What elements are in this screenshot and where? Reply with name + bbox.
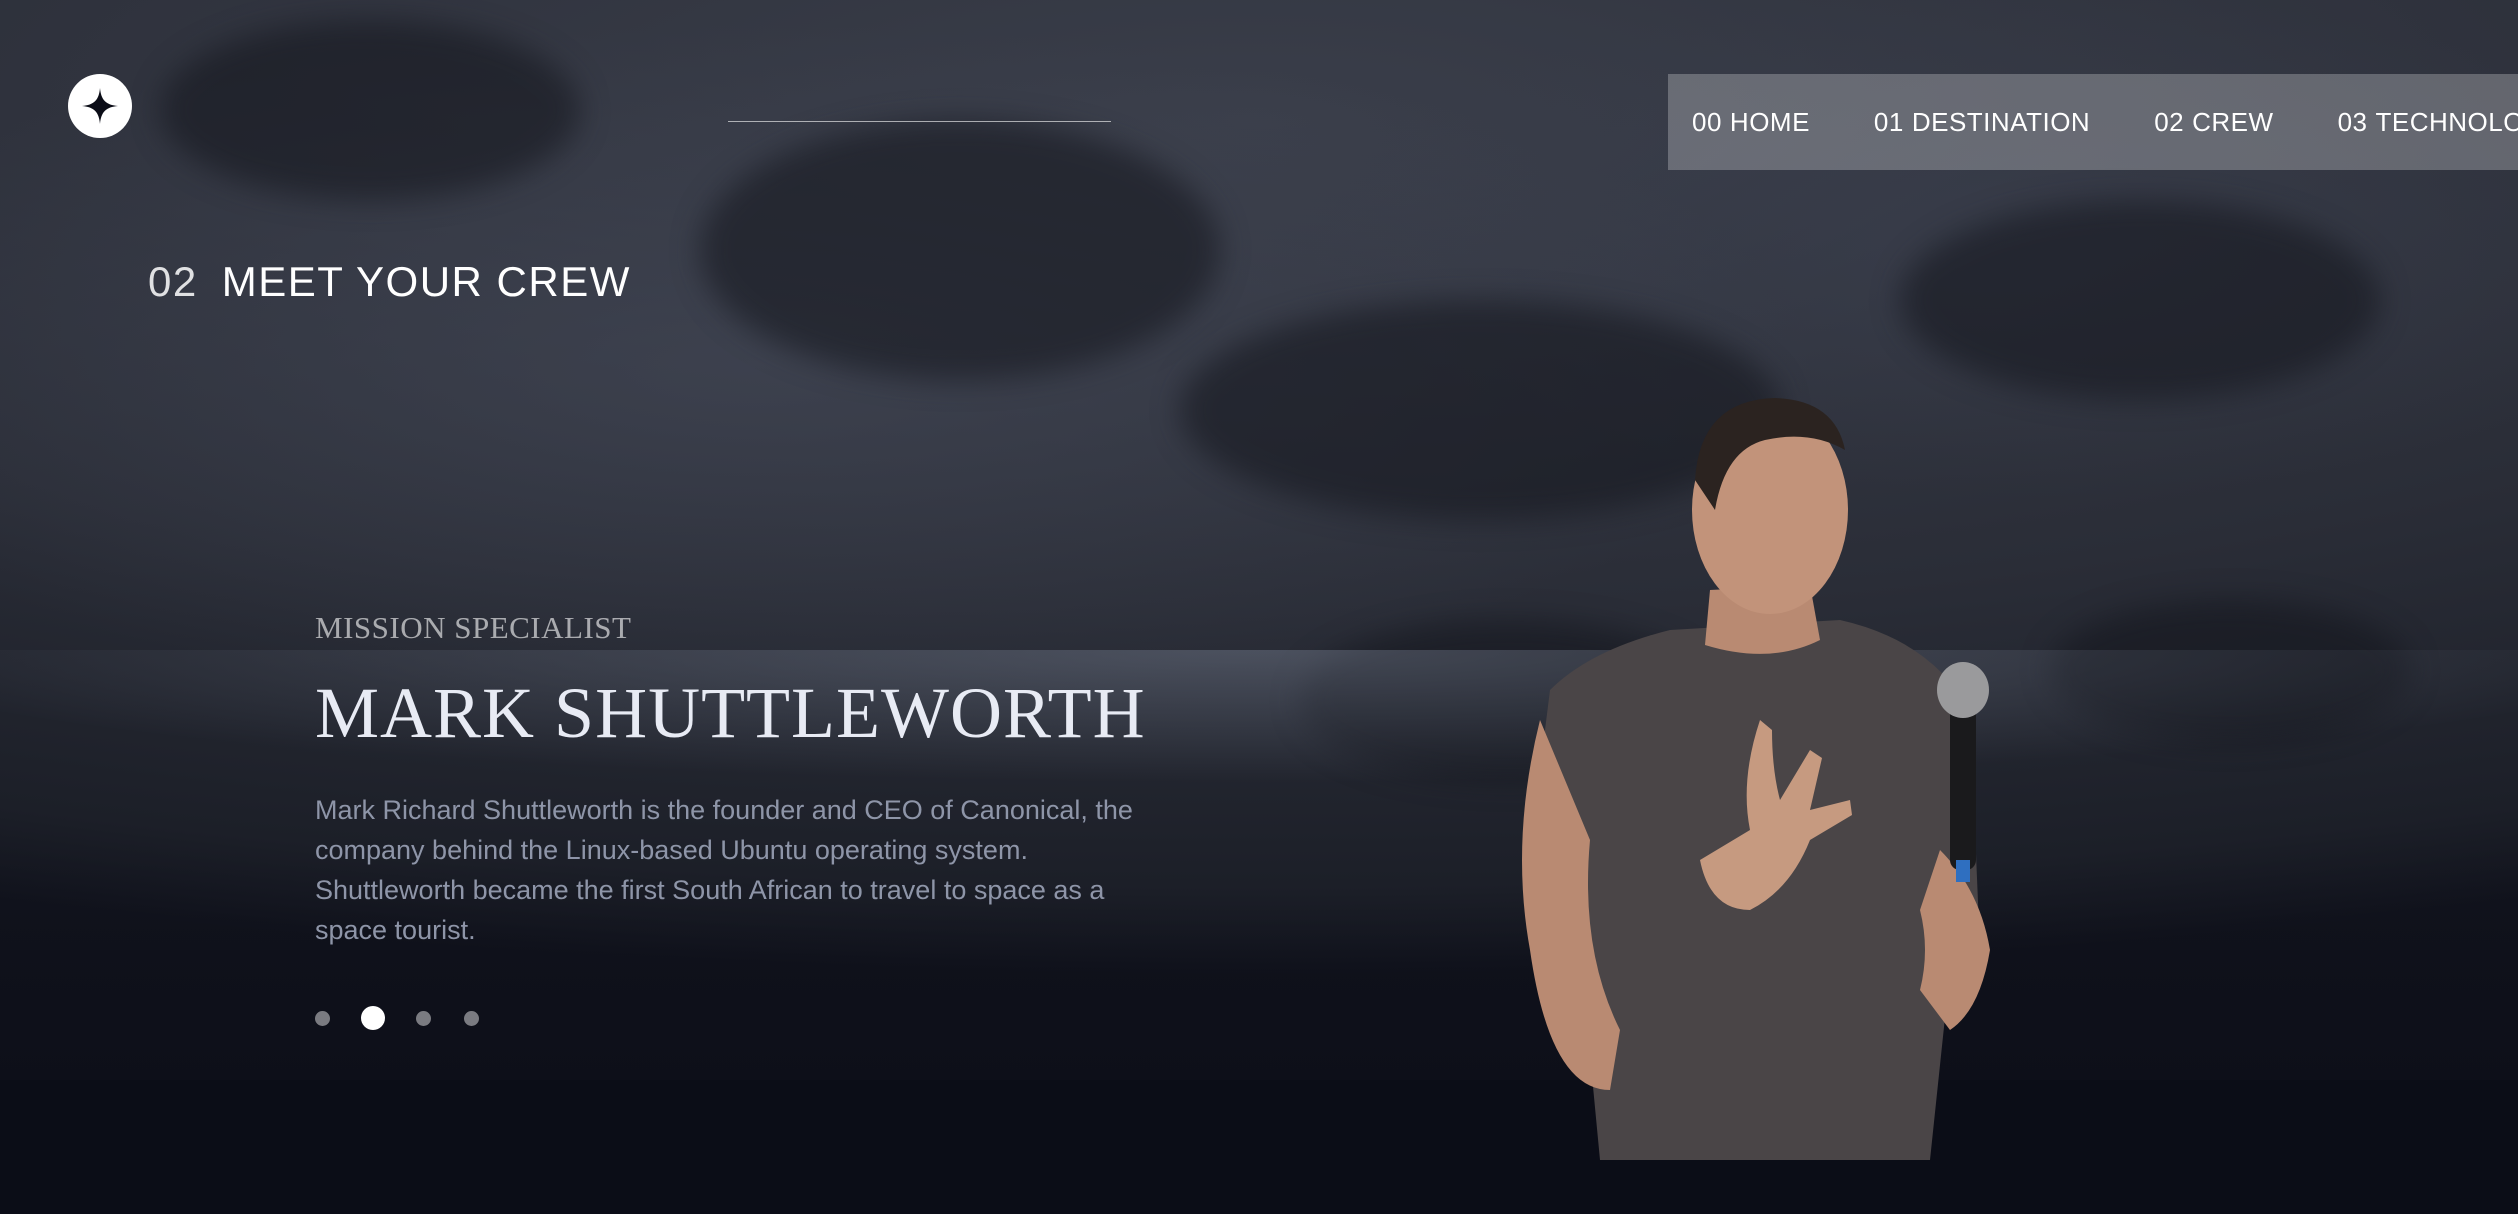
star-logo-icon[interactable] [68, 74, 132, 138]
nav-item-technology[interactable]: 03 TECHNOLOGY [2338, 74, 2518, 170]
header-divider [728, 121, 1111, 122]
nav-item-home[interactable]: 00 HOME [1692, 74, 1810, 170]
nav-item-label: HOME [1729, 106, 1810, 137]
crew-portrait-image [1522, 398, 1990, 1160]
nav-item-number: 00 [1692, 106, 1722, 137]
nav-item-number: 02 [2154, 106, 2185, 137]
nav-item-label: TECHNOLOGY [2375, 106, 2518, 137]
nav-item-number: 01 [1873, 106, 1904, 137]
nav-item-label: CREW [2192, 106, 2274, 137]
slide-dot-2-active[interactable] [361, 1006, 385, 1030]
slide-dot-4[interactable] [464, 1010, 479, 1026]
background-earth [0, 0, 2518, 1214]
crew-role: MISSION SPECIALIST [315, 610, 632, 645]
crew-bio: Mark Richard Shuttleworth is the founder… [315, 795, 1133, 945]
main-nav: 00 HOME 01 DESTINATION 02 CREW 03 TECHNO… [1668, 74, 2518, 170]
nav-item-destination[interactable]: 01 DESTINATION [1874, 74, 2090, 170]
nav-item-label: DESTINATION [1911, 106, 2091, 137]
crew-name: MARK SHUTTLEWORTH [315, 673, 1146, 753]
nav-item-number: 03 [2337, 106, 2368, 137]
slide-dot-1[interactable] [315, 1010, 330, 1026]
section-title: MEET YOUR CREW [221, 258, 631, 305]
slide-dot-3[interactable] [416, 1010, 431, 1026]
nav-item-crew[interactable]: 02 CREW [2154, 74, 2273, 170]
page-title: 02 MEET YOUR CREW [148, 258, 631, 306]
crew-slide-pagination [315, 1006, 512, 1030]
section-number: 02 [148, 258, 198, 305]
